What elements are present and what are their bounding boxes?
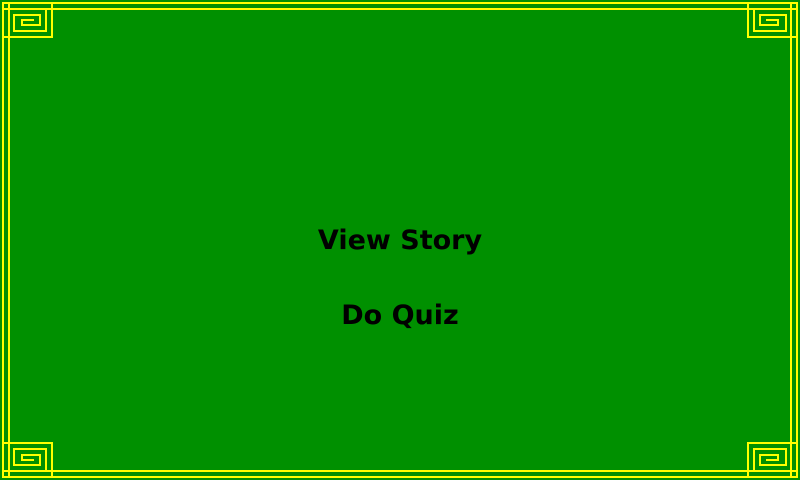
do-quiz-button[interactable]: Do Quiz	[333, 297, 467, 335]
main-menu-screen: View Story Do Quiz	[0, 0, 800, 480]
main-menu: View Story Do Quiz	[0, 0, 800, 480]
view-story-button[interactable]: View Story	[310, 222, 490, 260]
